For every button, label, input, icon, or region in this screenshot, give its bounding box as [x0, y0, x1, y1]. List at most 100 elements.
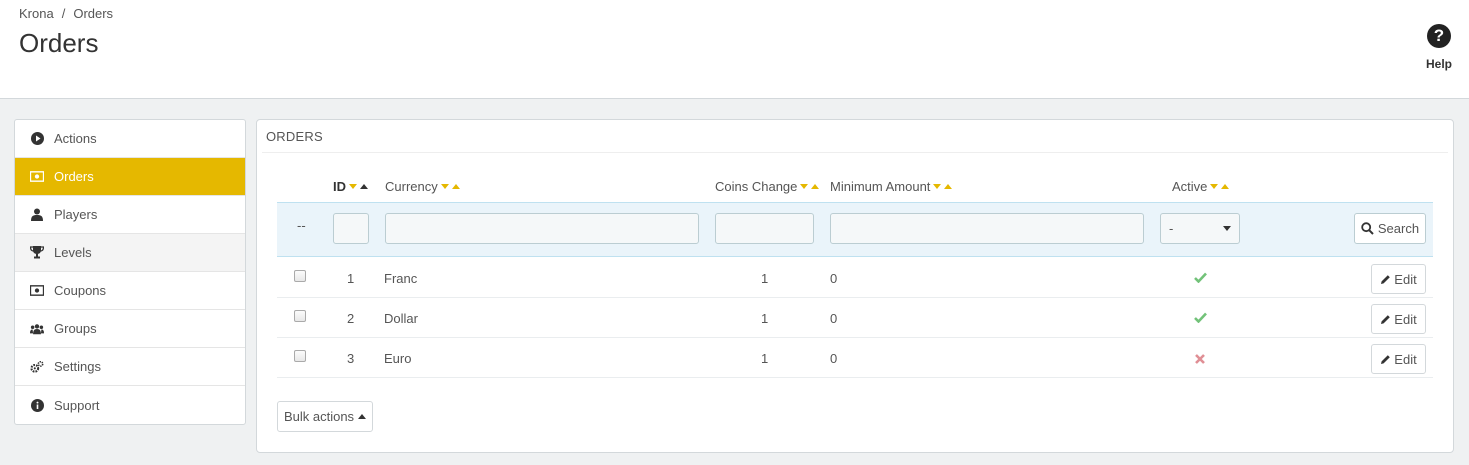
column-label: Currency — [385, 179, 438, 194]
cell-currency: Euro — [384, 351, 412, 366]
cell-coins-change: 1 — [761, 271, 769, 286]
sort-asc-icon[interactable] — [944, 184, 953, 189]
page-title: Orders — [19, 28, 99, 58]
info-circle-icon — [30, 398, 44, 412]
edit-button[interactable]: Edit — [1371, 304, 1426, 334]
cell-id: 2 — [347, 311, 355, 326]
pencil-icon — [1381, 354, 1391, 364]
caret-up-icon — [358, 414, 367, 419]
column-header-currency[interactable]: Currency — [385, 179, 460, 194]
check-icon[interactable] — [1194, 311, 1207, 326]
breadcrumb: Krona / Orders — [19, 6, 113, 21]
sort-asc-icon[interactable] — [360, 184, 368, 189]
sidebar-item-groups[interactable]: Groups — [15, 310, 245, 348]
sidebar-item-support[interactable]: Support — [15, 386, 245, 424]
sort-asc-icon[interactable] — [451, 184, 460, 189]
row-checkbox[interactable] — [294, 350, 306, 362]
sidebar-item-label: Coupons — [54, 283, 107, 298]
cell-id: 3 — [347, 351, 355, 366]
divider — [262, 152, 1448, 153]
column-label: Coins Change — [715, 179, 798, 194]
sidebar-item-orders[interactable]: Orders — [15, 158, 245, 196]
table-row: 3 Euro 1 0 Edit — [277, 338, 1433, 378]
column-header-minimum-amount[interactable]: Minimum Amount — [830, 179, 953, 194]
question-circle-icon: ? — [1427, 24, 1451, 48]
sort-asc-icon[interactable] — [1221, 184, 1230, 189]
user-icon — [30, 208, 44, 222]
row-checkbox[interactable] — [294, 270, 306, 282]
column-label: ID — [333, 179, 346, 194]
row-checkbox[interactable] — [294, 310, 306, 322]
cell-coins-change: 1 — [761, 351, 769, 366]
breadcrumb-current[interactable]: Orders — [73, 6, 113, 21]
breadcrumb-separator: / — [61, 6, 66, 21]
cell-minimum-amount: 0 — [830, 311, 838, 326]
panel-heading: ORDERS — [266, 129, 323, 144]
help-label: Help — [1425, 57, 1452, 71]
cross-icon[interactable] — [1195, 352, 1205, 367]
play-circle-icon — [30, 132, 44, 146]
sidebar-item-label: Levels — [54, 245, 92, 260]
edit-button[interactable]: Edit — [1371, 344, 1426, 374]
filter-row: -- - Search — [277, 202, 1433, 257]
sidebar-item-levels[interactable]: Levels — [15, 234, 245, 272]
search-icon — [1361, 222, 1374, 235]
sidebar-item-label: Orders — [54, 169, 94, 184]
sidebar-item-label: Players — [54, 207, 98, 222]
sidebar-item-coupons[interactable]: Coupons — [15, 272, 245, 310]
cell-coins-change: 1 — [761, 311, 769, 326]
column-header-id[interactable]: ID — [333, 179, 368, 194]
sidebar-item-label: Settings — [54, 359, 101, 374]
filter-active-select[interactable]: - — [1160, 213, 1240, 244]
trophy-icon — [30, 246, 44, 260]
filter-id-input[interactable] — [333, 213, 369, 244]
money-icon — [30, 284, 44, 298]
select-value: - — [1169, 221, 1174, 236]
sidebar-item-settings[interactable]: Settings — [15, 348, 245, 386]
check-icon[interactable] — [1194, 271, 1207, 286]
edit-label: Edit — [1394, 271, 1417, 287]
edit-button[interactable]: Edit — [1371, 264, 1426, 294]
edit-label: Edit — [1394, 351, 1417, 367]
help-button[interactable]: ? Help — [1419, 24, 1459, 71]
sidebar-item-label: Groups — [54, 321, 97, 336]
filter-coins-change-input[interactable] — [715, 213, 814, 244]
column-header-active[interactable]: Active — [1172, 179, 1230, 194]
cell-minimum-amount: 0 — [830, 271, 838, 286]
bulk-actions-button[interactable]: Bulk actions — [277, 401, 373, 432]
page-header: Krona / Orders Orders ? Help — [0, 0, 1469, 99]
sort-desc-icon[interactable] — [349, 184, 357, 189]
chevron-down-icon — [1223, 226, 1231, 231]
column-header-coins-change[interactable]: Coins Change — [715, 179, 820, 194]
sidebar: Actions Orders Players Levels Coupons Gr… — [14, 119, 246, 425]
orders-panel: ORDERS ID Currency Coins Change Minimum … — [256, 119, 1454, 453]
sidebar-item-players[interactable]: Players — [15, 196, 245, 234]
users-icon — [30, 322, 44, 336]
sort-desc-icon[interactable] — [800, 184, 809, 189]
search-button[interactable]: Search — [1354, 213, 1426, 244]
filter-currency-input[interactable] — [385, 213, 699, 244]
sidebar-item-label: Actions — [54, 131, 97, 146]
column-label: Active — [1172, 179, 1208, 194]
cell-currency: Franc — [384, 271, 418, 286]
sort-desc-icon[interactable] — [933, 184, 942, 189]
filter-minimum-amount-input[interactable] — [830, 213, 1144, 244]
sort-desc-icon[interactable] — [440, 184, 449, 189]
sidebar-item-actions[interactable]: Actions — [15, 120, 245, 158]
cell-id: 1 — [347, 271, 355, 286]
column-label: Minimum Amount — [830, 179, 931, 194]
table-row: 1 Franc 1 0 Edit — [277, 258, 1433, 298]
gears-icon — [30, 360, 44, 374]
filter-dash: -- — [297, 218, 306, 233]
sort-desc-icon[interactable] — [1210, 184, 1219, 189]
cell-currency: Dollar — [384, 311, 418, 326]
pencil-icon — [1381, 314, 1391, 324]
sort-asc-icon[interactable] — [811, 184, 820, 189]
money-icon — [30, 170, 44, 184]
breadcrumb-root[interactable]: Krona — [19, 6, 54, 21]
edit-label: Edit — [1394, 311, 1417, 327]
pencil-icon — [1381, 274, 1391, 284]
cell-minimum-amount: 0 — [830, 351, 838, 366]
search-label: Search — [1377, 221, 1420, 236]
sidebar-item-label: Support — [54, 397, 100, 413]
